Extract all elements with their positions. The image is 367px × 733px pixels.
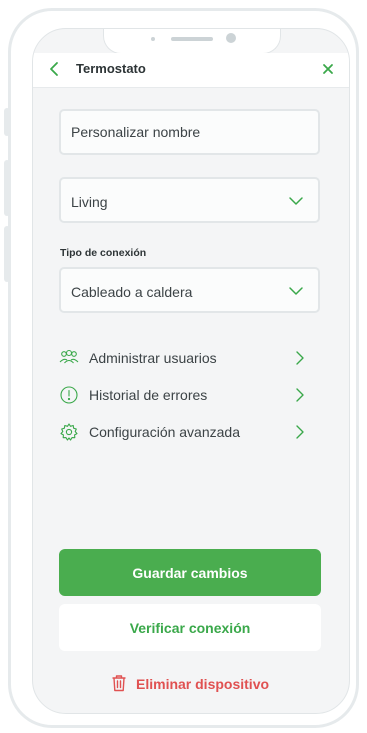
sensor-dot bbox=[151, 37, 155, 41]
connection-type-select[interactable]: Cableado a caldera bbox=[59, 267, 320, 313]
room-select-value: Living bbox=[71, 194, 108, 210]
chevron-right-icon bbox=[295, 424, 305, 440]
connection-type-value: Cableado a caldera bbox=[71, 284, 193, 300]
trash-icon bbox=[111, 674, 127, 692]
menu-item-label: Configuración avanzada bbox=[89, 424, 240, 440]
users-icon bbox=[59, 348, 79, 368]
phone-notch bbox=[103, 29, 281, 54]
close-icon[interactable] bbox=[321, 58, 335, 85]
chevron-right-icon bbox=[295, 387, 305, 403]
header-bar: Termostato bbox=[33, 53, 349, 88]
chevron-left-icon[interactable] bbox=[47, 59, 63, 79]
chevron-right-icon bbox=[295, 350, 305, 366]
name-input[interactable] bbox=[61, 111, 318, 153]
page-title: Termostato bbox=[76, 61, 146, 76]
delete-device-label: Eliminar dispositivo bbox=[136, 676, 270, 692]
menu-item-manage-users[interactable]: Administrar usuarios bbox=[59, 346, 305, 370]
speaker-bar bbox=[171, 37, 213, 41]
chevron-down-icon bbox=[288, 193, 304, 209]
name-field[interactable] bbox=[59, 109, 320, 155]
save-changes-button[interactable]: Guardar cambios bbox=[59, 549, 321, 596]
chevron-down-icon bbox=[288, 283, 304, 299]
menu-item-advanced-settings[interactable]: Configuración avanzada bbox=[59, 420, 305, 444]
app-screen: Termostato Living Tipo de conexión Cable… bbox=[32, 28, 350, 714]
menu-item-label: Administrar usuarios bbox=[89, 350, 217, 366]
camera-dot bbox=[226, 33, 236, 43]
verify-connection-button[interactable]: Verificar conexión bbox=[59, 604, 321, 651]
alert-circle-icon bbox=[59, 385, 79, 405]
gear-icon bbox=[59, 422, 79, 442]
menu-item-label: Historial de errores bbox=[89, 387, 208, 403]
room-select[interactable]: Living bbox=[59, 177, 320, 223]
connection-type-label: Tipo de conexión bbox=[60, 247, 147, 259]
menu-item-error-history[interactable]: Historial de errores bbox=[59, 383, 305, 407]
